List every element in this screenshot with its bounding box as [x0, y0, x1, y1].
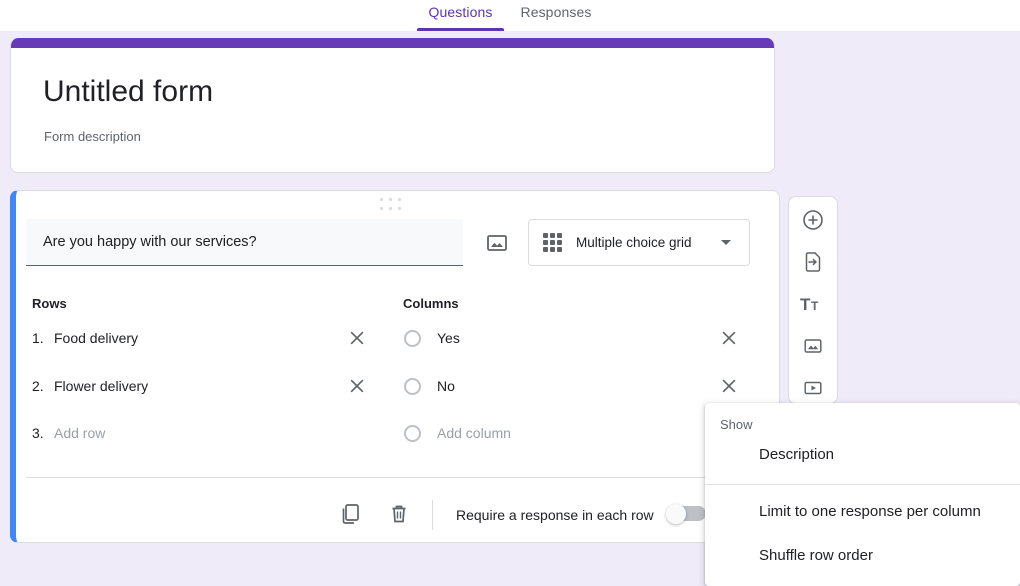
form-theme-stripe	[11, 38, 774, 48]
row-label[interactable]: Food delivery	[54, 330, 138, 346]
menu-divider	[705, 484, 1020, 485]
trash-icon[interactable]	[387, 502, 411, 531]
add-row-label[interactable]: Add row	[54, 425, 105, 441]
menu-item-shuffle-row-order[interactable]: Shuffle row order	[705, 533, 1020, 577]
row-number: 3.	[32, 425, 44, 441]
add-column-label[interactable]: Add column	[437, 425, 511, 441]
add-row-item[interactable]: 3. Add row	[32, 422, 105, 444]
grid-3x3-icon	[543, 233, 562, 252]
radio-icon	[404, 329, 421, 347]
column-label[interactable]: Yes	[437, 330, 460, 346]
svg-text:T: T	[811, 299, 819, 313]
drag-handle-icon[interactable]	[380, 198, 404, 213]
require-response-label: Require a response in each row	[456, 507, 654, 523]
remove-column-1-button[interactable]	[719, 328, 739, 348]
form-title[interactable]: Untitled form	[43, 75, 774, 109]
tab-responses-label: Responses	[520, 4, 592, 20]
add-question-icon[interactable]	[800, 207, 826, 233]
add-image-icon[interactable]	[800, 333, 826, 359]
toggle-knob	[666, 504, 686, 524]
question-title-input[interactable]: Are you happy with our services?	[26, 219, 463, 266]
question-options-menu: Show Description Limit to one response p…	[705, 403, 1020, 586]
column-label[interactable]: No	[437, 378, 455, 394]
tab-questions[interactable]: Questions	[415, 0, 507, 31]
insert-toolbar: T T	[788, 196, 838, 404]
row-label[interactable]: Flower delivery	[54, 378, 148, 394]
form-description[interactable]: Form description	[44, 129, 774, 144]
remove-column-2-button[interactable]	[719, 376, 739, 396]
google-forms-editor: Questions Responses Untitled form Form d…	[0, 0, 1020, 586]
duplicate-icon[interactable]	[338, 502, 362, 531]
chevron-down-icon	[721, 240, 731, 245]
row-number: 2.	[32, 378, 44, 394]
column-item-2[interactable]: No	[404, 375, 455, 397]
menu-section-label: Show	[720, 417, 753, 432]
radio-icon	[404, 424, 421, 442]
tab-responses[interactable]: Responses	[506, 0, 605, 31]
drag-dot	[389, 198, 392, 201]
drag-dot	[398, 207, 401, 210]
radio-icon	[404, 377, 421, 395]
columns-header: Columns	[403, 296, 459, 311]
editor-tab-bar: Questions Responses	[0, 0, 1020, 31]
require-response-toggle[interactable]	[666, 504, 706, 524]
column-item-1[interactable]: Yes	[404, 327, 460, 349]
drag-dot	[389, 207, 392, 210]
rows-header: Rows	[32, 296, 67, 311]
add-column-item[interactable]: Add column	[404, 422, 511, 444]
row-number: 1.	[32, 330, 44, 346]
add-title-icon[interactable]: T T	[800, 291, 826, 317]
form-header-card[interactable]: Untitled form Form description	[10, 38, 775, 173]
drag-dot	[380, 207, 383, 210]
import-questions-icon[interactable]	[800, 249, 826, 275]
menu-item-description[interactable]: Description	[705, 432, 1020, 476]
card-separator	[26, 477, 740, 478]
add-video-icon[interactable]	[800, 375, 826, 401]
question-type-label: Multiple choice grid	[576, 235, 692, 250]
row-item-1[interactable]: 1. Food delivery	[32, 327, 138, 349]
question-type-dropdown[interactable]: Multiple choice grid	[528, 219, 750, 266]
svg-text:T: T	[800, 295, 811, 314]
insert-image-icon[interactable]	[484, 231, 510, 255]
remove-row-1-button[interactable]	[347, 328, 367, 348]
tab-questions-label: Questions	[428, 4, 493, 20]
menu-item-limit-one-response-per-column[interactable]: Limit to one response per column	[705, 489, 1020, 533]
row-item-2[interactable]: 2. Flower delivery	[32, 375, 148, 397]
drag-dot	[398, 198, 401, 201]
remove-row-2-button[interactable]	[347, 376, 367, 396]
question-title-text: Are you happy with our services?	[43, 234, 257, 250]
drag-dot	[380, 198, 383, 201]
footer-divider	[432, 500, 433, 530]
